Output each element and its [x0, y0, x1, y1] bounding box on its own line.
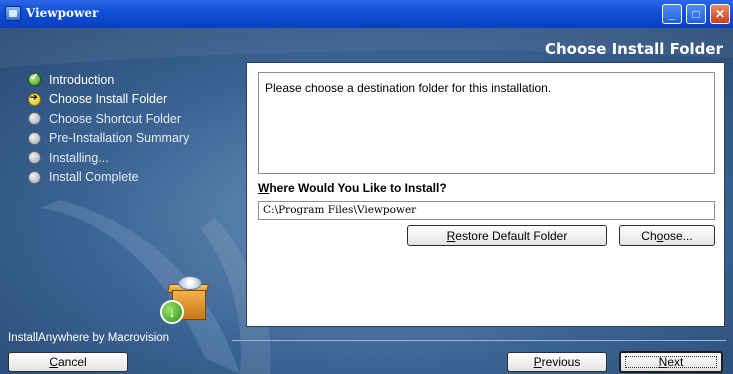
circle-icon — [28, 170, 41, 184]
restore-accel: R — [446, 228, 456, 243]
step-label: Introduction — [49, 72, 115, 87]
main-panel: Please choose a destination folder for t… — [246, 62, 725, 327]
download-icon: ↓ — [160, 300, 184, 324]
footer-divider — [232, 340, 726, 341]
install-location-label: Where Would You Like to Install? — [258, 181, 447, 195]
step-install-complete: Install Complete — [28, 168, 189, 188]
choose-button[interactable]: Ch o ose... — [619, 225, 715, 246]
where-rest: here Would You Like to Install? — [269, 181, 447, 195]
next-accel: N — [658, 355, 668, 369]
step-pre-installation-summary: Pre-Installation Summary — [28, 129, 189, 149]
step-choose-install-folder: Choose Install Folder — [28, 90, 189, 110]
message-box: Please choose a destination folder for t… — [258, 72, 715, 174]
maximize-button[interactable]: □ — [686, 4, 706, 24]
prev-rest: revious — [541, 355, 581, 369]
install-path-input[interactable]: C:\Program Files\Viewpower — [258, 201, 715, 220]
circle-icon — [28, 131, 41, 145]
choose-post: ose... — [663, 228, 693, 243]
prev-accel: P — [533, 355, 542, 369]
step-label: Install Complete — [49, 170, 139, 185]
installer-window: Viewpower _ □ ✕ Choose Install Folder In… — [0, 0, 733, 374]
restore-rest: estore Default Folder — [455, 228, 568, 243]
check-icon — [28, 72, 41, 87]
cancel-accel: C — [49, 355, 58, 369]
minimize-button[interactable]: _ — [662, 4, 682, 24]
close-button[interactable]: ✕ — [710, 4, 730, 24]
step-label: Pre-Installation Summary — [49, 131, 190, 146]
disc-icon — [178, 276, 202, 290]
title-bar[interactable]: Viewpower _ □ ✕ — [0, 0, 733, 29]
step-installing: Installing... — [28, 148, 189, 168]
where-accel: W — [258, 181, 270, 195]
close-icon: ✕ — [714, 7, 726, 21]
window-title: Viewpower — [26, 6, 99, 20]
cancel-rest: ancel — [57, 355, 87, 369]
next-button[interactable]: Next — [619, 351, 723, 373]
choose-accel: o — [656, 228, 664, 243]
installer-box-icon: ↓ — [160, 276, 212, 326]
steps-list: Introduction Choose Install Folder Choos… — [28, 70, 189, 187]
maximize-icon: □ — [692, 7, 700, 21]
step-label: Choose Install Folder — [49, 92, 168, 107]
arrow-right-icon — [28, 92, 41, 106]
cancel-button[interactable]: Cancel — [8, 352, 128, 372]
circle-icon — [28, 112, 41, 126]
next-rest: ext — [667, 355, 684, 369]
step-label: Choose Shortcut Folder — [49, 111, 182, 126]
step-introduction: Introduction — [28, 70, 189, 90]
choose-pre: Ch — [641, 228, 657, 243]
minimize-icon: _ — [668, 7, 676, 21]
app-icon — [5, 6, 21, 21]
restore-default-folder-button[interactable]: Restore Default Folder — [407, 225, 607, 246]
previous-button[interactable]: Previous — [507, 352, 607, 372]
step-title: Choose Install Folder — [544, 40, 723, 58]
circle-icon — [28, 151, 41, 165]
brand-label: InstallAnywhere by Macrovision — [8, 332, 170, 344]
installer-content: Choose Install Folder Introduction Choos… — [0, 28, 733, 374]
step-label: Installing... — [49, 150, 109, 165]
step-choose-shortcut-folder: Choose Shortcut Folder — [28, 109, 189, 129]
